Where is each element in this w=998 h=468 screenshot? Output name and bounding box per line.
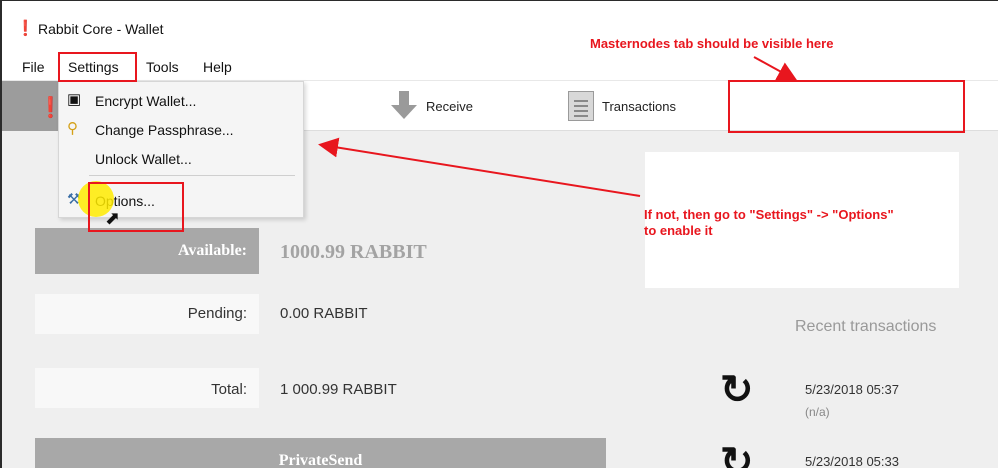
settings-highlight-box	[58, 52, 137, 82]
receive-arrow-icon	[390, 91, 418, 121]
key-icon: ⚲	[67, 120, 78, 137]
available-label: Available:	[177, 242, 247, 259]
menu-separator	[89, 175, 295, 176]
total-value: 1 000.99 RABBIT	[280, 381, 397, 398]
menu-item-change-passphrase[interactable]: ⚲ Change Passphrase...	[59, 117, 303, 143]
menu-help[interactable]: Help	[199, 58, 236, 76]
tab-transactions[interactable]: Transactions	[568, 89, 676, 123]
total-label: Total:	[211, 381, 247, 398]
pending-value: 0.00 RABBIT	[280, 305, 368, 322]
pending-label: Pending:	[187, 305, 247, 322]
available-row: Available:	[35, 228, 259, 274]
transaction-mined-icon: ↻	[720, 440, 754, 468]
lock-icon: ▣	[67, 91, 82, 108]
total-row: Total:	[35, 368, 259, 408]
menu-tools[interactable]: Tools	[142, 58, 183, 76]
wallet-window: ❗ Rabbit Core - Wallet File Settings Too…	[0, 0, 998, 468]
menu-item-label: Change Passphrase...	[95, 122, 234, 138]
transactions-icon	[568, 91, 594, 121]
tab-overview[interactable]: ❗	[2, 81, 66, 131]
menu-file[interactable]: File	[18, 58, 49, 76]
transaction-date: 5/23/2018 05:33	[805, 454, 899, 468]
options-note-line1: If not, then go to "Settings" -> "Option…	[644, 207, 894, 222]
masternodes-placeholder-box	[728, 80, 965, 133]
menu-item-label: Unlock Wallet...	[95, 151, 192, 167]
tab-receive-label: Receive	[426, 98, 473, 114]
privatesend-header: PrivateSend	[35, 438, 606, 468]
options-note-line2: to enable it	[644, 223, 713, 238]
tab-receive[interactable]: Receive	[390, 89, 473, 123]
tab-transactions-label: Transactions	[602, 98, 676, 114]
options-highlight-box	[88, 182, 184, 232]
available-value: 1000.99 RABBIT	[280, 241, 427, 263]
rabbit-app-icon: ❗	[16, 20, 35, 37]
recent-transactions-title: Recent transactions	[795, 318, 937, 335]
menu-bar: File Settings Tools Help	[2, 53, 998, 81]
title-bar: ❗ Rabbit Core - Wallet	[2, 1, 998, 53]
transaction-amount: (n/a)	[805, 405, 830, 419]
menu-item-unlock-wallet[interactable]: Unlock Wallet...	[59, 146, 303, 172]
masternodes-note: Masternodes tab should be visible here	[590, 36, 834, 51]
window-title: Rabbit Core - Wallet	[38, 21, 164, 37]
transaction-mined-icon: ↻	[720, 368, 754, 412]
pending-row: Pending:	[35, 294, 259, 334]
menu-item-label: Encrypt Wallet...	[95, 93, 197, 109]
privatesend-title: PrivateSend	[278, 452, 363, 468]
menu-item-encrypt-wallet[interactable]: ▣ Encrypt Wallet...	[59, 88, 303, 114]
transaction-date: 5/23/2018 05:37	[805, 382, 899, 397]
